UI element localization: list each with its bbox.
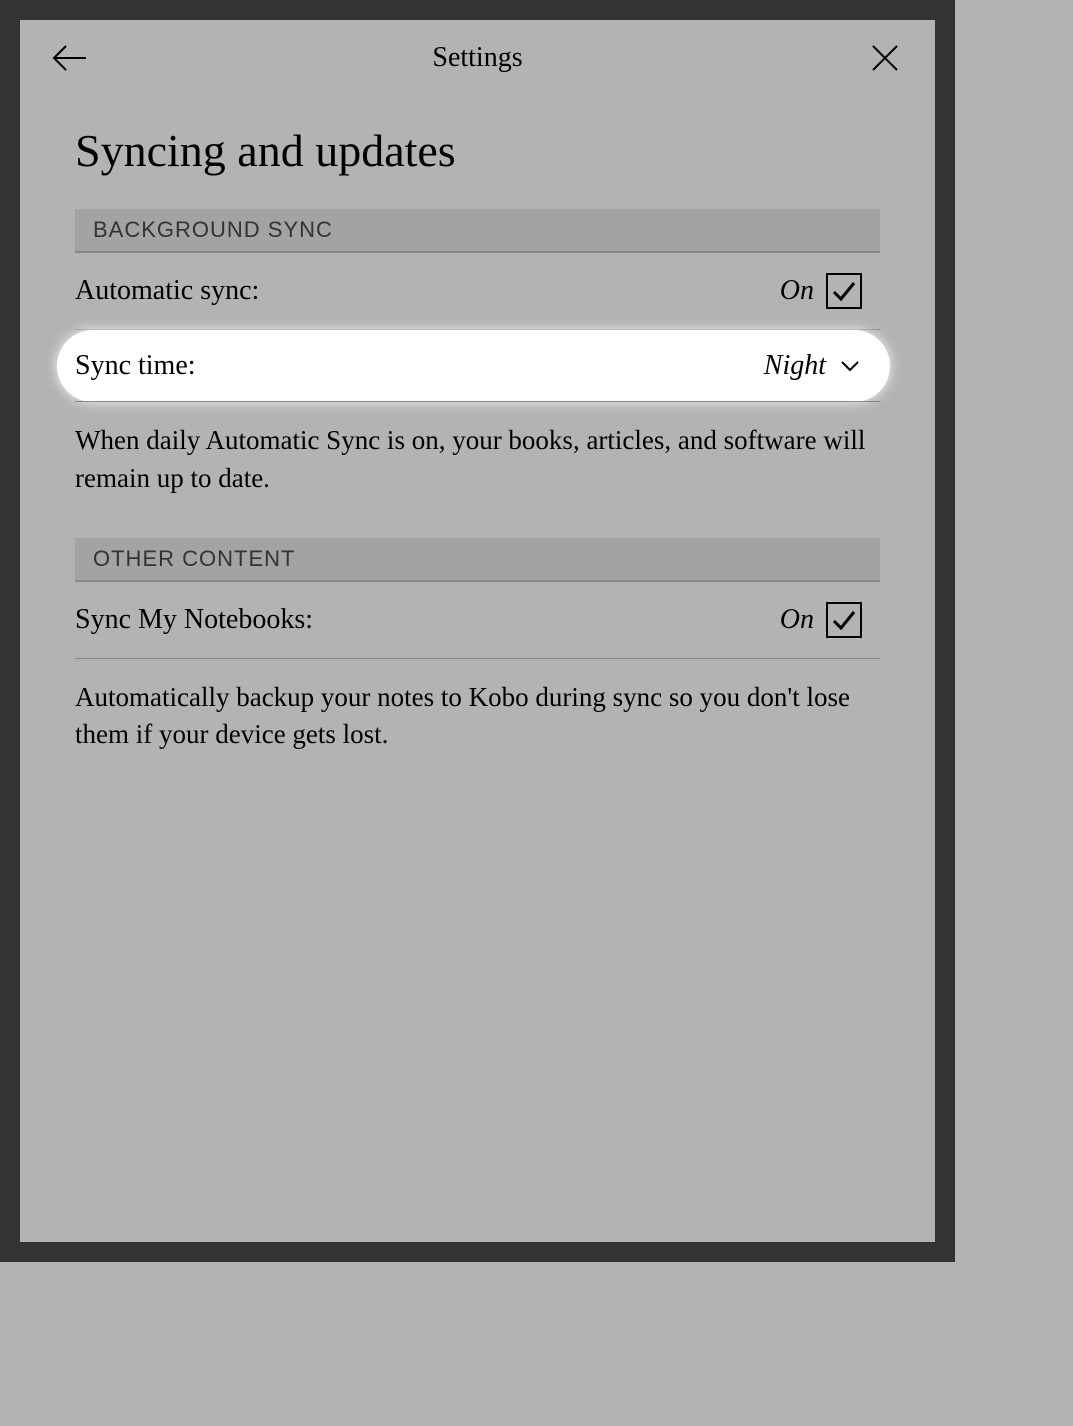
other-content-description: Automatically backup your notes to Kobo …	[75, 659, 880, 795]
header-title: Settings	[432, 42, 522, 74]
sync-time-label: Sync time:	[75, 350, 196, 382]
background-sync-description: When daily Automatic Sync is on, your bo…	[75, 401, 880, 538]
page-title: Syncing and updates	[75, 124, 880, 177]
automatic-sync-row[interactable]: Automatic sync: On	[75, 253, 880, 330]
content-area: Syncing and updates BACKGROUND SYNC Auto…	[20, 124, 935, 794]
automatic-sync-value: On	[780, 275, 814, 307]
chevron-down-icon[interactable]	[838, 354, 862, 378]
sync-time-value-group: Night	[764, 350, 862, 382]
automatic-sync-checkbox[interactable]	[826, 273, 862, 309]
automatic-sync-label: Automatic sync:	[75, 275, 259, 307]
header-bar: Settings	[20, 20, 935, 96]
device-frame: Settings Syncing and updates BACKGROUND …	[0, 0, 955, 1262]
sync-notebooks-value-group: On	[780, 602, 862, 638]
back-arrow-icon[interactable]	[50, 38, 90, 78]
close-icon[interactable]	[865, 38, 905, 78]
sync-notebooks-checkbox[interactable]	[826, 602, 862, 638]
sync-notebooks-row[interactable]: Sync My Notebooks: On	[75, 582, 880, 659]
section-header-other-content: OTHER CONTENT	[75, 538, 880, 582]
sync-time-value: Night	[764, 350, 826, 382]
screen: Settings Syncing and updates BACKGROUND …	[20, 20, 935, 1242]
section-header-background-sync: BACKGROUND SYNC	[75, 209, 880, 253]
sync-time-row[interactable]: Sync time: Night	[57, 330, 890, 402]
automatic-sync-value-group: On	[780, 273, 862, 309]
sync-notebooks-value: On	[780, 604, 814, 636]
sync-notebooks-label: Sync My Notebooks:	[75, 604, 313, 636]
